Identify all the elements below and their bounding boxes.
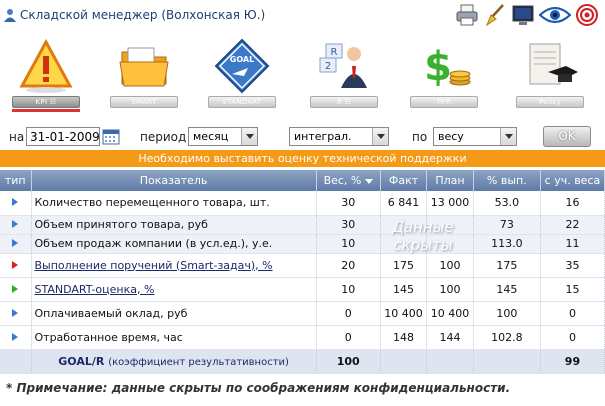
toolbar <box>455 3 599 27</box>
module-nav: KPI ☷ SMART GOAL STANDART 2 R R ☷ $ PFR … <box>0 34 605 112</box>
table-row: Объем принятого товара, руб 30 73 22 <box>0 215 605 235</box>
svg-text:$: $ <box>424 44 452 90</box>
broom-icon[interactable] <box>483 3 507 27</box>
table-row: STANDART-оценка, % 10 145 100 145 15 <box>0 277 605 302</box>
user-name: Складской менеджер (Волхонская Ю.) <box>20 8 266 22</box>
nav-standart[interactable]: GOAL STANDART <box>200 34 284 112</box>
nav-kpi-label: KPI ☷ <box>12 96 80 108</box>
calendar-icon[interactable] <box>102 128 120 145</box>
nav-policy[interactable]: Policy <box>508 34 592 112</box>
period-select[interactable]: месяц <box>188 127 258 146</box>
svg-text:R: R <box>331 47 338 58</box>
nav-standart-label: STANDART <box>208 96 276 108</box>
type-marker-icon <box>12 332 19 341</box>
chevron-down-icon <box>372 128 388 145</box>
table-row: Количество перемещенного товара, шт. 30 … <box>0 191 605 216</box>
chevron-down-icon <box>241 128 257 145</box>
type-marker-icon <box>12 198 19 207</box>
target-icon[interactable] <box>575 3 599 27</box>
col-weighted: с уч. веса <box>540 170 605 191</box>
indicator-name: Объем принятого товара, руб <box>31 215 317 235</box>
total-row: GOAL/R (коэффициент результативности) 10… <box>0 348 605 374</box>
col-pct: % вып. <box>473 170 541 191</box>
nav-pfr[interactable]: $ PFR <box>402 34 486 112</box>
period-label: период <box>140 130 187 144</box>
ok-button[interactable]: OK <box>543 126 591 147</box>
warning-banner[interactable]: Необходимо выставить оценку технической … <box>0 150 605 167</box>
date-input[interactable] <box>26 127 100 146</box>
indicator-link[interactable]: STANDART-оценка, % <box>35 283 155 296</box>
graduation-icon <box>529 43 578 85</box>
hidden-data-overlay: Данные скрыты <box>392 218 454 254</box>
col-indicator: Показатель <box>31 170 317 191</box>
col-type: тип <box>0 170 32 191</box>
user-info: Складской менеджер (Волхонская Ю.) <box>4 8 265 22</box>
header: Складской менеджер (Волхонская Ю.) <box>0 0 605 34</box>
svg-text:2: 2 <box>325 61 331 72</box>
total-weight: 100 <box>316 348 381 374</box>
nav-smart-label: SMART <box>110 96 178 108</box>
total-weighted: 99 <box>540 348 605 374</box>
col-plan: План <box>426 170 474 191</box>
svg-text:GOAL: GOAL <box>230 55 254 64</box>
mode-select[interactable]: интеграл. <box>289 127 389 146</box>
nav-active-indicator <box>12 109 80 112</box>
user-icon <box>4 9 16 22</box>
indicator-name: Оплачиваемый оклад, руб <box>31 301 317 326</box>
type-marker-icon <box>12 308 19 317</box>
chevron-down-icon <box>500 128 516 145</box>
period-select-value: месяц <box>193 130 229 143</box>
table-row: Оплачиваемый оклад, руб 0 10 400 10 400 … <box>0 301 605 326</box>
by-label: по <box>412 130 428 144</box>
by-select[interactable]: весу <box>433 127 517 146</box>
nav-r[interactable]: 2 R R ☷ <box>302 34 386 112</box>
indicator-link[interactable]: Выполнение поручений (Smart-задач), % <box>35 259 273 272</box>
table-row: Отработанное время, час 0 148 144 102.8 … <box>0 325 605 350</box>
kpi-table: тип Показатель Вес, % Факт План % вып. с… <box>0 170 605 374</box>
money-icon: $ <box>424 44 471 90</box>
table-header: тип Показатель Вес, % Факт План % вып. с… <box>0 170 605 191</box>
table-row: Выполнение поручений (Smart-задач), % 20… <box>0 253 605 278</box>
indicator-name: Отработанное время, час <box>31 325 317 350</box>
indicator-name: Количество перемещенного товара, шт. <box>31 191 317 216</box>
nav-smart[interactable]: SMART <box>102 34 186 112</box>
indicator-name: Объем продаж компании (в усл.ед.), у.е. <box>31 234 317 254</box>
col-fact: Факт <box>380 170 428 191</box>
table-row: Объем продаж компании (в усл.ед.), у.е. … <box>0 234 605 254</box>
folder-icon <box>119 47 169 87</box>
mode-select-value: интеграл. <box>294 130 352 143</box>
warning-triangle-icon <box>19 38 73 93</box>
sort-desc-icon <box>364 178 373 184</box>
nav-pfr-label: PFR <box>410 96 478 108</box>
date-label: на <box>9 130 25 144</box>
nav-kpi[interactable]: KPI ☷ <box>4 34 88 112</box>
nav-r-label: R ☷ <box>310 96 378 108</box>
filter-bar: на период месяц интеграл. по весу OK <box>0 126 605 148</box>
nav-policy-label: Policy <box>516 96 584 108</box>
goal-sign-icon: GOAL <box>214 38 270 94</box>
type-marker-icon <box>12 239 19 247</box>
eye-icon[interactable] <box>539 3 571 27</box>
footnote: * Примечание: данные скрыты по соображен… <box>6 381 511 395</box>
printer-icon[interactable] <box>455 3 479 27</box>
total-label: GOAL/R (коэффициент результативности) <box>31 348 317 374</box>
by-select-value: весу <box>438 130 464 143</box>
col-weight[interactable]: Вес, % <box>316 170 381 191</box>
type-marker-icon <box>12 284 19 293</box>
type-marker-icon <box>12 260 19 269</box>
manager-icon: 2 R <box>319 43 367 88</box>
type-marker-icon <box>12 220 19 228</box>
monitor-icon[interactable] <box>511 3 535 27</box>
